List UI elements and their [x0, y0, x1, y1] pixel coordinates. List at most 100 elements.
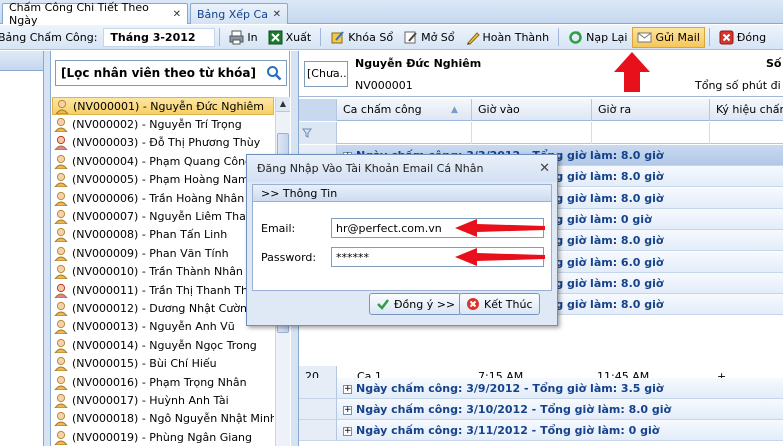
print-label: In	[247, 30, 258, 44]
user-icon	[54, 265, 68, 280]
employee-list-item[interactable]: (NV000005) - Phạm Hoàng Nam	[52, 171, 274, 189]
unlock-button[interactable]: Mở Sổ	[398, 27, 459, 48]
cancel-button[interactable]: Kết Thúc	[459, 293, 540, 315]
user-icon	[55, 99, 69, 114]
search-icon[interactable]	[266, 65, 282, 81]
scroll-up-icon[interactable]: ▲	[276, 97, 290, 112]
dialog-title: Đăng Nhập Vào Tài Khoản Email Cá Nhân	[257, 162, 484, 175]
column-label: Ký hiệu chấm	[716, 103, 783, 116]
employee-list-item[interactable]: (NV000007) - Nguyễn Liêm Thanh	[52, 207, 274, 225]
send-mail-label: Gửi Mail	[655, 30, 700, 44]
employee-list-item[interactable]: (NV000008) - Phan Tấn Linh	[52, 226, 274, 244]
employee-code: NV000001	[355, 79, 413, 92]
group-label: Ngày chấm công: 3/11/2012 - Tổng giờ làm…	[356, 424, 660, 437]
employee-list-item[interactable]: (NV000004) - Phạm Quang Công	[52, 152, 274, 170]
close-button[interactable]: Đóng	[714, 27, 771, 48]
ok-button[interactable]: Đồng ý >>	[369, 293, 463, 315]
employee-name: (NV000018) - Ngô Nguyễn Nhật Minh	[72, 412, 274, 426]
dialog-section-header[interactable]: >> Thông Tin	[253, 185, 551, 202]
complete-label: Hoàn Thành	[482, 30, 550, 44]
ok-label: Đồng ý >>	[394, 297, 456, 311]
col-gio-ra[interactable]: Giờ ra	[592, 99, 710, 121]
row-header[interactable]	[299, 399, 337, 420]
export-button[interactable]: Xuất	[263, 27, 317, 48]
cancel-label: Kết Thúc	[484, 297, 533, 311]
filter-cell[interactable]	[337, 122, 472, 144]
left-nav-panel	[0, 51, 44, 446]
dialog-title-bar: Đăng Nhập Vào Tài Khoản Email Cá Nhân ✕	[247, 155, 557, 182]
col-ky-hieu[interactable]: Ký hiệu chấm	[710, 99, 783, 121]
user-icon	[54, 375, 68, 390]
status-select[interactable]: [Chưa...	[304, 61, 348, 87]
user-icon	[54, 357, 68, 372]
period-label: Bảng Chấm Công:	[0, 30, 98, 44]
send-mail-button[interactable]: Gửi Mail	[632, 26, 705, 48]
user-icon	[54, 228, 68, 243]
row-header[interactable]	[299, 378, 337, 399]
employee-list-item[interactable]: (NV000006) - Trần Hoàng Nhân	[52, 189, 274, 207]
email-label: Email:	[261, 222, 296, 235]
close-icon[interactable]: ✕	[539, 155, 550, 182]
user-icon	[54, 209, 68, 225]
filter-cell[interactable]	[592, 122, 710, 144]
column-label: Giờ ra	[598, 103, 632, 116]
tab-cham-cong-chi-tiet[interactable]: Chấm Công Chi Tiết Theo Ngày ✕	[2, 1, 188, 27]
employee-list-item[interactable]: (NV000013) - Nguyễn Anh Vũ	[52, 318, 274, 336]
expand-icon[interactable]: +	[343, 405, 352, 415]
col-ca-cham-cong[interactable]: Ca chấm công ▲	[337, 99, 472, 121]
period-select[interactable]: Tháng 3-2012	[103, 27, 216, 47]
mail-icon	[637, 32, 652, 42]
lock-button[interactable]: Khóa Sổ	[325, 27, 398, 48]
reload-label: Nạp Lại	[586, 30, 628, 44]
employee-list-item[interactable]: (NV000017) - Huỳnh Anh Tài	[52, 391, 274, 409]
group-row[interactable]: + Ngày chấm công: 3/11/2012 - Tổng giờ là…	[337, 420, 783, 441]
employee-list-item[interactable]: (NV000003) - Đỗ Thị Phương Thùy	[52, 134, 274, 152]
employee-list-item[interactable]: (NV000018) - Ngô Nguyễn Nhật Minh	[52, 410, 274, 428]
left-arrow-annotation-icon	[455, 219, 545, 237]
group-row[interactable]: + Ngày chấm công: 3/9/2012 - Tổng giờ làm…	[337, 378, 783, 399]
employee-list-item[interactable]: (NV000001) - Nguyễn Đức Nghiêm	[52, 97, 274, 116]
employee-list-item[interactable]: (NV000019) - Phùng Ngân Giang	[52, 428, 274, 446]
expand-icon[interactable]: +	[343, 384, 352, 394]
filter-cell[interactable]	[472, 122, 592, 144]
employee-name: (NV000012) - Dương Nhật Cường	[72, 301, 254, 315]
group-row[interactable]: + Ngày chấm công: 3/10/2012 - Tổng giờ là…	[337, 399, 783, 420]
cancel-icon	[467, 298, 479, 310]
employee-list-item[interactable]: (NV000015) - Bùi Chí Hiếu	[52, 354, 274, 372]
complete-button[interactable]: Hoàn Thành	[460, 27, 555, 48]
employee-list-item[interactable]: (NV000016) - Phạm Trọng Nhân	[52, 373, 274, 391]
employee-list-item[interactable]: (NV000012) - Dương Nhật Cường	[52, 299, 274, 317]
search-placeholder: [Lọc nhân viên theo từ khóa]	[61, 66, 257, 80]
employee-list-item[interactable]: (NV000014) - Nguyễn Ngọc Trong	[52, 336, 274, 354]
reload-button[interactable]: Nạp Lại	[563, 27, 632, 48]
expand-icon[interactable]: +	[343, 426, 352, 436]
employee-list-item[interactable]: (NV000009) - Phan Văn Tính	[52, 244, 274, 262]
toolbar-separator	[320, 28, 322, 46]
employee-info: [Chưa... Nguyễn Đức Nghiêm NV000001 Số T…	[299, 51, 783, 97]
note-edit-icon	[404, 31, 417, 43]
user-icon	[54, 283, 68, 298]
row-header[interactable]	[299, 420, 337, 441]
tab-bar: Chấm Công Chi Tiết Theo Ngày ✕ Bảng Xếp …	[0, 0, 783, 27]
user-icon	[54, 393, 68, 408]
employee-name: (NV000019) - Phùng Ngân Giang	[72, 430, 253, 444]
toolbar-separator	[219, 28, 221, 46]
employee-search-input[interactable]: [Lọc nhân viên theo từ khóa]	[55, 60, 287, 86]
column-label: Giờ vào	[478, 103, 520, 116]
close-icon[interactable]: ✕	[173, 9, 181, 20]
employee-list-item[interactable]: (NV000010) - Trần Thành Nhân	[52, 263, 274, 281]
print-button[interactable]: In	[224, 27, 262, 48]
employee-name: (NV000015) - Bùi Chí Hiếu	[72, 357, 217, 371]
user-icon	[54, 154, 68, 169]
toolbar-separator	[558, 28, 560, 46]
filter-cell-corner	[299, 122, 337, 144]
col-gio-vao[interactable]: Giờ vào	[472, 99, 592, 121]
filter-icon[interactable]	[302, 128, 312, 138]
tab-bang-xep-ca[interactable]: Bảng Xếp Ca ✕	[190, 3, 288, 24]
employee-list-item[interactable]: (NV000002) - Nguyễn Trí Trọng	[52, 115, 274, 133]
tab-label: Chấm Công Chi Tiết Theo Ngày	[9, 1, 149, 27]
user-icon	[54, 430, 68, 445]
employee-name: (NV000005) - Phạm Hoàng Nam	[72, 173, 249, 187]
close-icon[interactable]: ✕	[273, 9, 281, 20]
employee-list-item[interactable]: (NV000011) - Trần Thị Thanh Thảo	[52, 281, 274, 299]
